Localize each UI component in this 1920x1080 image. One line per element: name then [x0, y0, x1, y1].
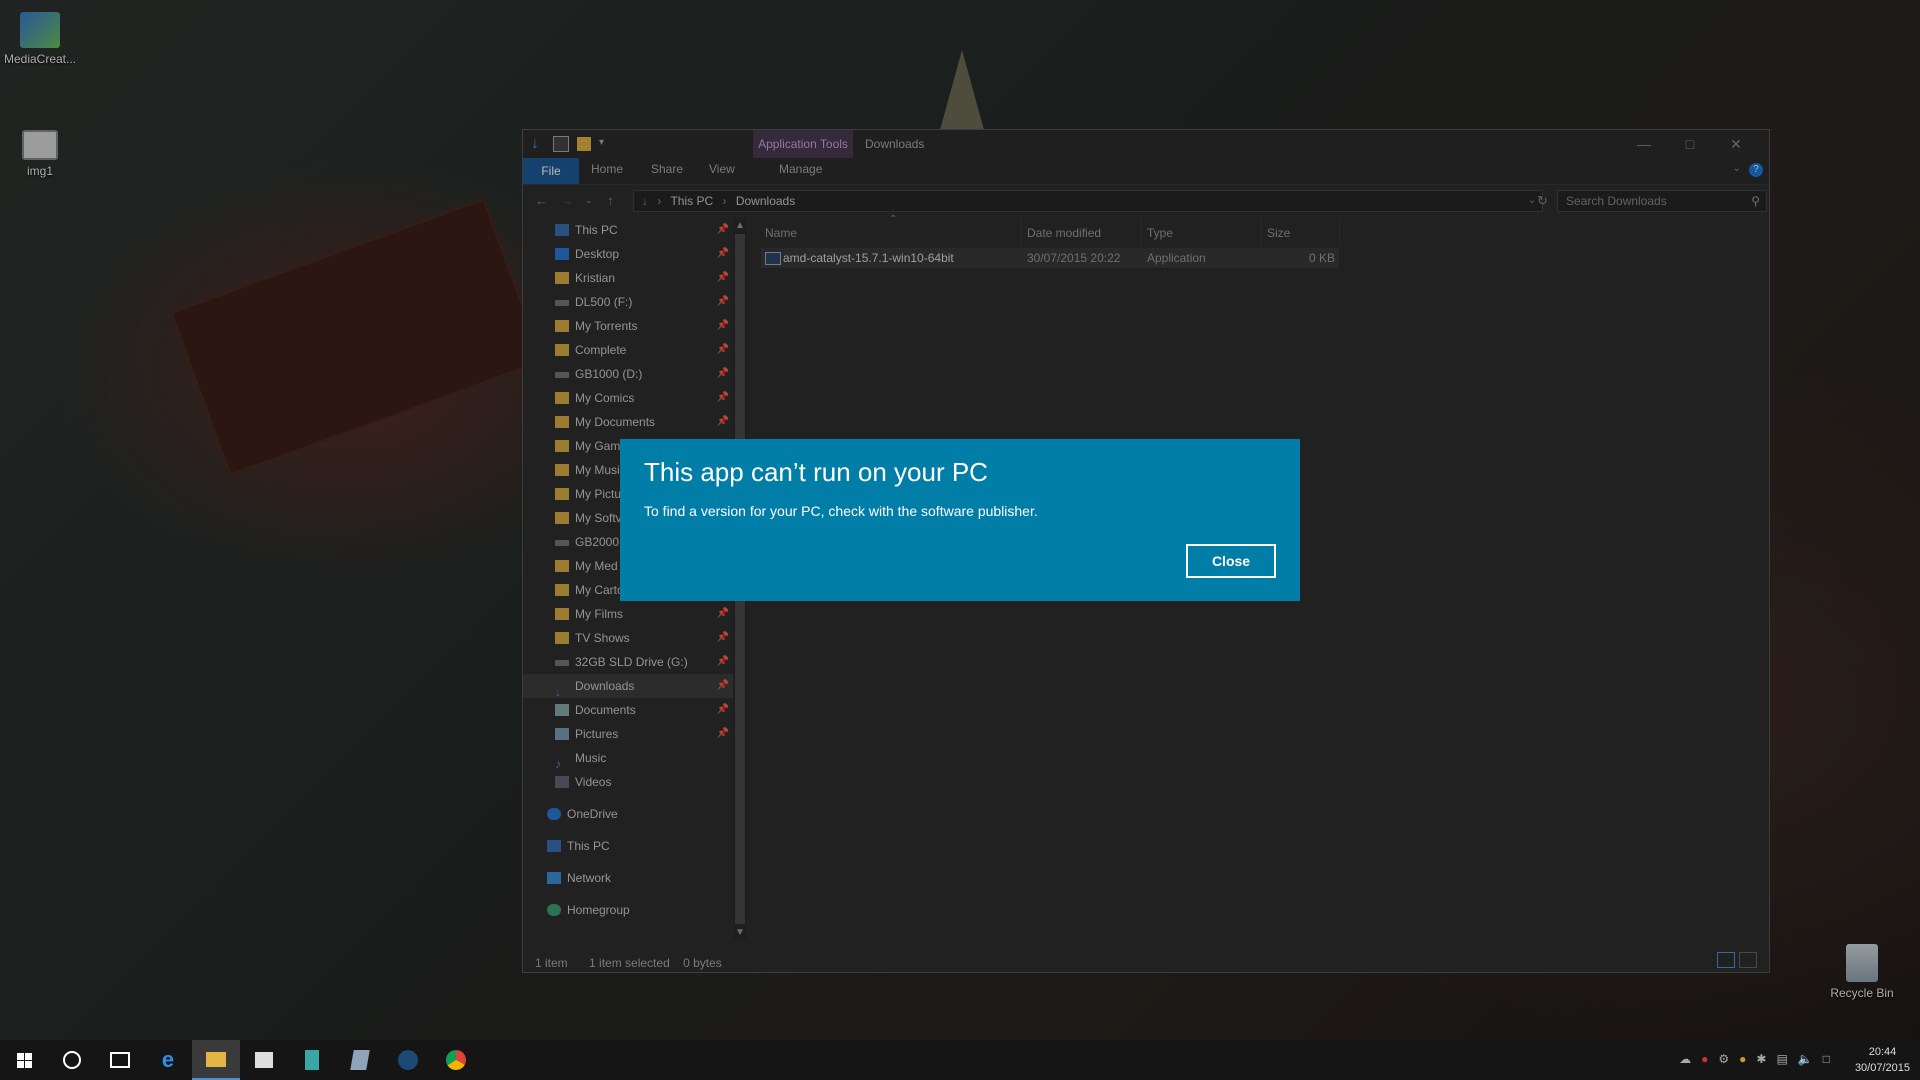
task-view-icon — [110, 1052, 130, 1068]
taskbar-edge[interactable]: e — [144, 1040, 192, 1080]
cortana-circle-icon — [63, 1051, 81, 1069]
chrome-icon — [446, 1050, 466, 1070]
clock-time: 20:44 — [1868, 1046, 1897, 1058]
taskbar-chrome[interactable] — [432, 1040, 480, 1080]
taskbar-store[interactable] — [240, 1040, 288, 1080]
taskbar-calculator[interactable] — [288, 1040, 336, 1080]
close-button[interactable]: Close — [1186, 544, 1276, 578]
steam-icon — [398, 1050, 418, 1070]
clock[interactable]: 20:44 30/07/2015 — [1855, 1044, 1910, 1076]
app-tray-icon[interactable]: ✱ — [1756, 1052, 1766, 1066]
taskbar-file-explorer[interactable] — [192, 1040, 240, 1080]
edge-icon: e — [161, 1047, 175, 1072]
action-center-icon[interactable]: □ — [1823, 1052, 1830, 1066]
volume-icon[interactable]: 🔈 — [1798, 1052, 1813, 1066]
task-view-button[interactable] — [96, 1040, 144, 1080]
windows-logo-icon — [16, 1052, 32, 1068]
clock-date: 30/07/2015 — [1854, 1062, 1910, 1074]
system-tray: ☁ ● ⚙ ● ✱ ▤ 🔈 □ — [1679, 1052, 1830, 1066]
antivirus-tray-icon[interactable]: ● — [1701, 1052, 1708, 1066]
taskbar-app[interactable] — [336, 1040, 384, 1080]
chrome-tray-icon[interactable]: ● — [1739, 1052, 1746, 1066]
taskbar-steam[interactable] — [384, 1040, 432, 1080]
network-tray-icon[interactable]: ▤ — [1776, 1052, 1787, 1066]
dialog-title: This app can’t run on your PC — [644, 457, 988, 487]
calculator-icon — [305, 1050, 319, 1070]
cant-run-dialog: This app can’t run on your PC To find a … — [620, 439, 1300, 601]
notepad-icon — [350, 1050, 370, 1070]
steam-tray-icon[interactable]: ⚙ — [1718, 1052, 1729, 1066]
store-bag-icon — [255, 1052, 273, 1068]
start-button[interactable] — [0, 1040, 48, 1080]
taskbar: e ☁ ● ⚙ ● ✱ ▤ 🔈 □ 20:44 30/07/2015 — [0, 1040, 1920, 1080]
search-cortana-button[interactable] — [48, 1040, 96, 1080]
dialog-message: To find a version for your PC, check wit… — [644, 503, 1038, 519]
folder-icon — [206, 1051, 226, 1067]
onedrive-tray-icon[interactable]: ☁ — [1679, 1052, 1691, 1066]
